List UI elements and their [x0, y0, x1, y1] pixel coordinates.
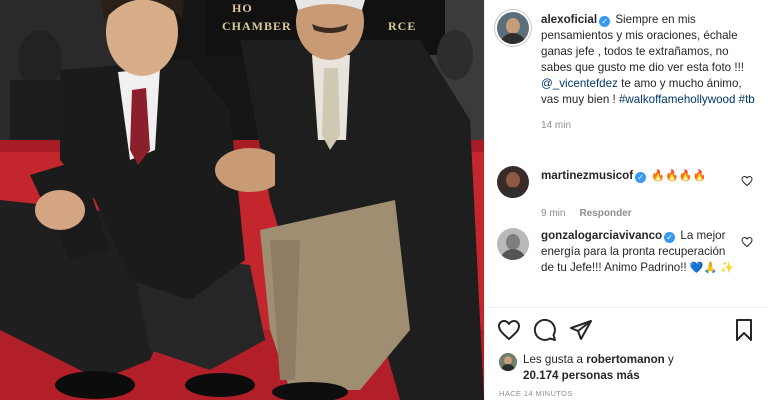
sign-text-middle: CHAMBER — [222, 19, 292, 33]
post-sidebar: alexoficial ✓ Siempre en mis pensamientos… — [484, 0, 768, 400]
caption-hashtags[interactable]: #walkoffamehollywood #tb — [619, 93, 755, 106]
avatar-shoulders — [500, 187, 526, 198]
caption-time: 14 min — [541, 120, 759, 131]
instagram-post: HO CHAMBER RCE alexoficial ✓ Siempre en … — [0, 0, 768, 400]
comment-meta: 9 min Responder — [541, 208, 759, 219]
liker-username[interactable]: robertomanon — [586, 353, 665, 366]
commenter-username[interactable]: martinezmusicof — [541, 169, 633, 182]
comment-item: martinezmusicof ✓ 🔥🔥🔥🔥 9 min Responder — [497, 166, 759, 219]
sign-text-top: HO — [232, 1, 253, 15]
commenter-avatar[interactable] — [497, 228, 529, 260]
post-caption: alexoficial ✓ Siempre en mis pensamientos… — [497, 12, 759, 131]
post-photo-image: HO CHAMBER RCE — [0, 0, 484, 400]
heart-icon[interactable] — [741, 175, 753, 187]
author-avatar[interactable] — [497, 12, 529, 44]
author-username[interactable]: alexoficial — [541, 13, 597, 26]
caption-text: alexoficial ✓ Siempre en mis pensamientos… — [541, 12, 759, 108]
actions-divider — [485, 307, 768, 308]
avatar-face — [506, 18, 520, 34]
action-bar — [497, 318, 756, 342]
avatar-shoulders — [500, 33, 526, 44]
comment-emojis: 💙🙏 ✨ — [689, 262, 735, 274]
likes-joiner: y — [668, 353, 674, 366]
reply-button[interactable]: Responder — [579, 208, 631, 219]
likes-text: Les gusta a robertomanon y 20.174 person… — [523, 352, 674, 384]
comment-time: 9 min — [541, 208, 566, 219]
caption-time-text: 14 min — [541, 120, 572, 131]
verified-icon: ✓ — [635, 172, 647, 183]
bookmark-icon[interactable] — [732, 318, 756, 342]
comment-icon[interactable] — [533, 318, 557, 342]
heart-icon[interactable] — [741, 236, 753, 248]
likes-prefix: Les gusta a — [523, 353, 583, 366]
likes-summary: Les gusta a robertomanon y 20.174 person… — [499, 352, 755, 384]
avatar-face — [506, 234, 520, 250]
comment-text: gonzalogarciavivanco ✓ La mejor energía p… — [541, 228, 741, 276]
likes-count[interactable]: 20.174 personas más — [523, 369, 640, 382]
avatar-face — [506, 172, 520, 188]
verified-icon: ✓ — [664, 232, 676, 243]
avatar-shoulders — [500, 249, 526, 260]
verified-icon: ✓ — [599, 16, 611, 27]
comment-text: martinezmusicof ✓ 🔥🔥🔥🔥 — [541, 168, 706, 184]
commenter-avatar[interactable] — [497, 166, 529, 198]
heart-icon[interactable] — [497, 318, 521, 342]
avatar-shoulders — [501, 364, 515, 371]
comment-emojis: 🔥🔥🔥🔥 — [651, 170, 707, 182]
comment-item: gonzalogarciavivanco ✓ La mejor energía p… — [497, 228, 759, 276]
liker-avatar[interactable] — [499, 353, 517, 371]
sign-text-right: RCE — [388, 19, 416, 33]
caption-mention[interactable]: @_vicentefdez — [541, 77, 618, 90]
post-photo[interactable]: HO CHAMBER RCE — [0, 0, 484, 400]
share-icon[interactable] — [569, 318, 593, 342]
commenter-username[interactable]: gonzalogarciavivanco — [541, 229, 662, 242]
post-timestamp: HACE 14 MINUTOS — [499, 389, 573, 398]
